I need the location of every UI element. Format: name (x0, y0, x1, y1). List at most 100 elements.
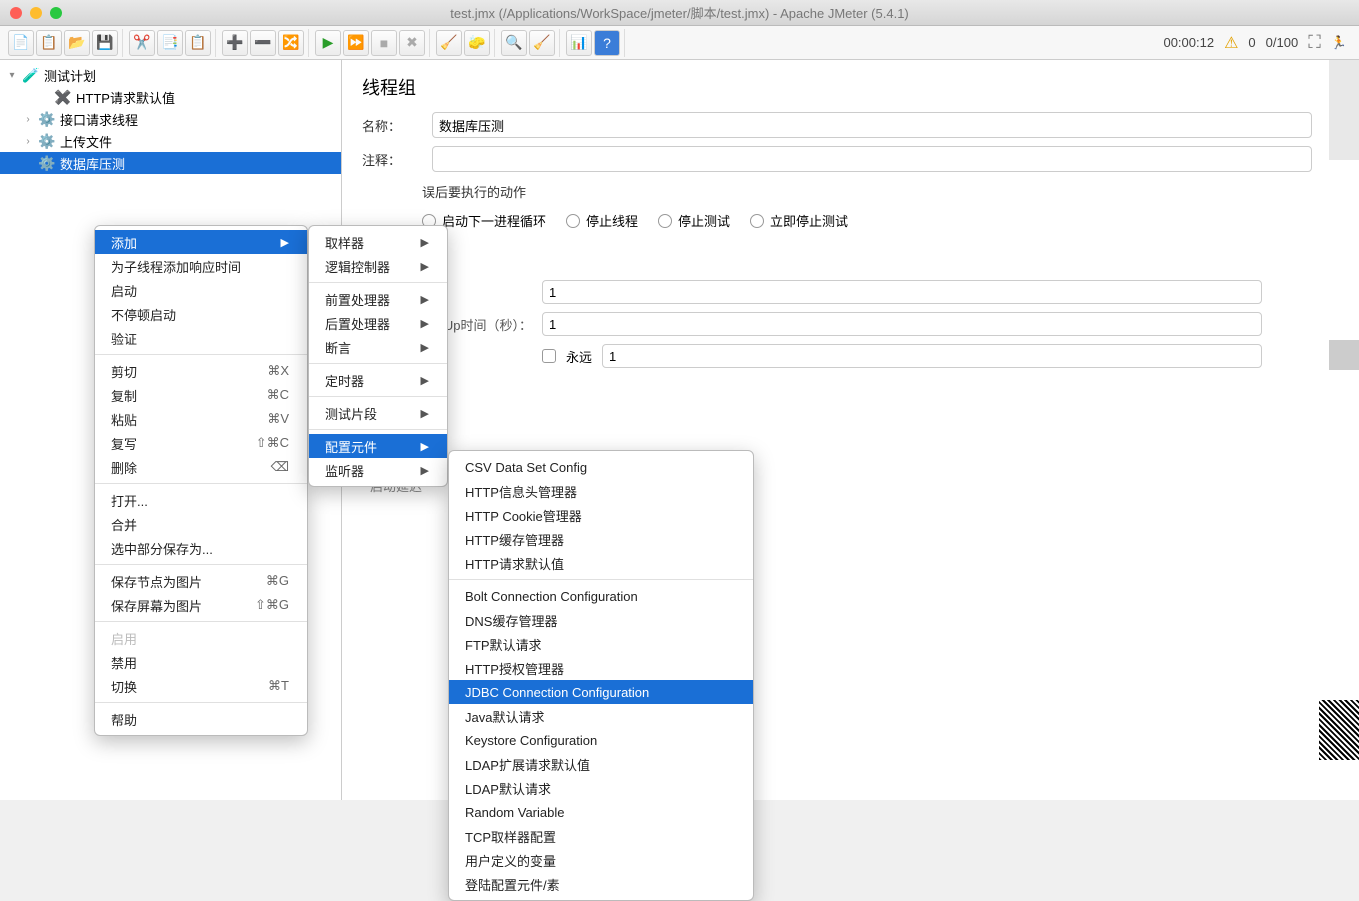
menu-item[interactable]: HTTP请求默认值 (449, 551, 753, 575)
menu-item[interactable]: 验证 (95, 326, 307, 350)
menu-item[interactable]: HTTP缓存管理器 (449, 527, 753, 551)
collapse-toggle-icon[interactable]: › (22, 114, 34, 125)
close-window-button[interactable] (10, 7, 22, 19)
menu-item-label: CSV Data Set Config (465, 460, 587, 475)
gear-icon: ⚙️ (38, 154, 56, 172)
menu-shortcut: ⇧⌘G (255, 597, 289, 613)
menu-item[interactable]: 为子线程添加响应时间 (95, 254, 307, 278)
menu-item[interactable]: 登陆配置元件/素 (449, 872, 753, 896)
clear-button[interactable]: 🧹 (436, 30, 462, 56)
menu-item[interactable]: 前置处理器▶ (309, 287, 447, 311)
menu-item[interactable]: 合并 (95, 512, 307, 536)
menu-item[interactable]: FTP默认请求 (449, 632, 753, 656)
menu-item[interactable]: Java默认请求 (449, 704, 753, 728)
menu-item[interactable]: 保存节点为图片⌘G (95, 569, 307, 593)
menu-item[interactable]: Random Variable (449, 800, 753, 824)
menu-item[interactable]: 定时器▶ (309, 368, 447, 392)
radio-stop-now[interactable]: 立即停止测试 (750, 211, 848, 230)
comment-input[interactable] (432, 146, 1312, 172)
cut-button[interactable]: ✂️ (129, 30, 155, 56)
menu-item[interactable]: 用户定义的变量 (449, 848, 753, 872)
loop-input[interactable] (602, 344, 1262, 368)
menu-item[interactable]: 测试片段▶ (309, 401, 447, 425)
menu-item[interactable]: 剪切⌘X (95, 359, 307, 383)
toggle-button[interactable]: 🔀 (278, 30, 304, 56)
menu-item-label: 复制 (111, 386, 137, 405)
menu-item[interactable]: 配置元件▶ (309, 434, 447, 458)
comment-label: 注释： (362, 150, 422, 169)
menu-item[interactable]: Keystore Configuration (449, 728, 753, 752)
function-helper-button[interactable]: 📊 (566, 30, 592, 56)
rampup-input[interactable] (542, 312, 1262, 336)
menu-item[interactable]: 帮助 (95, 707, 307, 731)
menu-item[interactable]: HTTP授权管理器 (449, 656, 753, 680)
menu-item[interactable]: 断言▶ (309, 335, 447, 359)
open-button[interactable]: 📂 (64, 30, 90, 56)
menu-item-label: 删除 (111, 458, 137, 477)
menu-item[interactable]: 打开... (95, 488, 307, 512)
submenu-arrow-icon: ▶ (421, 341, 429, 354)
menu-item-label: HTTP缓存管理器 (465, 530, 564, 549)
menu-item[interactable]: TCP取样器配置 (449, 824, 753, 848)
collapse-toggle-icon[interactable]: › (22, 136, 34, 147)
menu-item[interactable]: LDAP默认请求 (449, 776, 753, 800)
expand-button[interactable]: ➕ (222, 30, 248, 56)
save-button[interactable]: 💾 (92, 30, 118, 56)
menu-item[interactable]: 取样器▶ (309, 230, 447, 254)
copy-button[interactable]: 📑 (157, 30, 183, 56)
tree-item-interface-threads[interactable]: › ⚙️ 接口请求线程 (0, 108, 341, 130)
start-button[interactable]: ▶ (315, 30, 341, 56)
menu-item[interactable]: HTTP Cookie管理器 (449, 503, 753, 527)
radio-stop-thread[interactable]: 停止线程 (566, 211, 638, 230)
tree-item-db-test[interactable]: ⚙️ 数据库压测 (0, 152, 341, 174)
menu-item[interactable]: DNS缓存管理器 (449, 608, 753, 632)
menu-item[interactable]: LDAP扩展请求默认值 (449, 752, 753, 776)
shutdown-button[interactable]: ✖ (399, 30, 425, 56)
menu-item[interactable]: 逻辑控制器▶ (309, 254, 447, 278)
menu-item[interactable]: 添加▶ (95, 230, 307, 254)
threads-input[interactable] (542, 280, 1262, 304)
runner-icon[interactable]: 🏃 (1331, 35, 1347, 51)
help-button[interactable]: ? (594, 30, 620, 56)
menu-item[interactable]: 监听器▶ (309, 458, 447, 482)
forever-checkbox[interactable] (542, 349, 556, 363)
name-input[interactable] (432, 112, 1312, 138)
menu-item[interactable]: HTTP信息头管理器 (449, 479, 753, 503)
config-icon: ✖️ (54, 88, 72, 106)
menu-item[interactable]: 禁用 (95, 650, 307, 674)
menu-item[interactable]: 粘贴⌘V (95, 407, 307, 431)
search-button[interactable]: 🔍 (501, 30, 527, 56)
menu-item[interactable]: 保存屏幕为图片⇧⌘G (95, 593, 307, 617)
templates-button[interactable]: 📋 (36, 30, 62, 56)
menu-item[interactable]: 删除⌫ (95, 455, 307, 479)
reset-search-button[interactable]: 🧹 (529, 30, 555, 56)
clear-all-button[interactable]: 🧽 (464, 30, 490, 56)
menu-shortcut: ⌘V (267, 411, 289, 427)
new-button[interactable]: 📄 (8, 30, 34, 56)
warning-icon[interactable]: ⚠ (1224, 33, 1238, 53)
menu-item[interactable]: 切换⌘T (95, 674, 307, 698)
menu-item[interactable]: 选中部分保存为... (95, 536, 307, 560)
collapse-button[interactable]: ➖ (250, 30, 276, 56)
menu-item[interactable]: Bolt Connection Configuration (449, 584, 753, 608)
stop-button[interactable]: ■ (371, 30, 397, 56)
fit-icon[interactable]: ⛶ (1308, 32, 1321, 53)
expand-toggle-icon[interactable]: ▾ (6, 70, 18, 81)
menu-item[interactable]: 不停顿启动 (95, 302, 307, 326)
tree-item-upload[interactable]: › ⚙️ 上传文件 (0, 130, 341, 152)
menu-item[interactable]: 复写⇧⌘C (95, 431, 307, 455)
radio-stop-test[interactable]: 停止测试 (658, 211, 730, 230)
menu-item[interactable]: 启动 (95, 278, 307, 302)
paste-button[interactable]: 📋 (185, 30, 211, 56)
menu-item[interactable]: CSV Data Set Config (449, 455, 753, 479)
menu-shortcut: ⇧⌘C (256, 435, 289, 451)
start-no-pause-button[interactable]: ⏩ (343, 30, 369, 56)
menu-item[interactable]: 复制⌘C (95, 383, 307, 407)
tree-root[interactable]: ▾ 🧪 测试计划 (0, 64, 341, 86)
menu-item[interactable]: 后置处理器▶ (309, 311, 447, 335)
menu-item-label: TCP取样器配置 (465, 827, 556, 846)
tree-item-http-defaults[interactable]: ✖️ HTTP请求默认值 (0, 86, 341, 108)
minimize-window-button[interactable] (30, 7, 42, 19)
maximize-window-button[interactable] (50, 7, 62, 19)
menu-item[interactable]: JDBC Connection Configuration (449, 680, 753, 704)
